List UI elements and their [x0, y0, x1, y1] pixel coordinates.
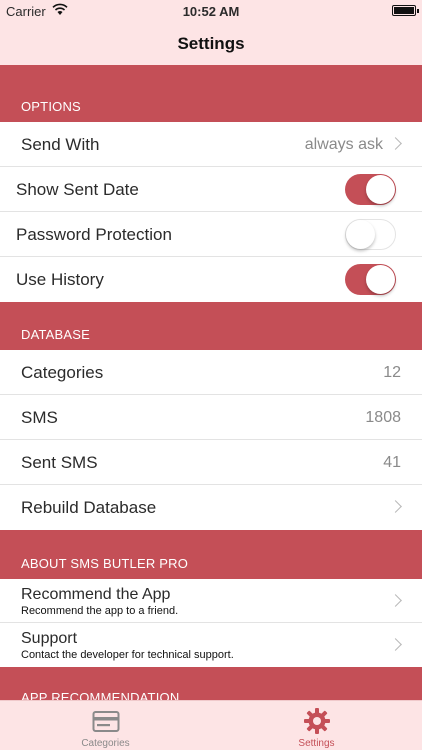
section-title: APP RECOMMENDATION	[21, 690, 180, 700]
sms-count-row: SMS 1808	[0, 395, 422, 440]
toggle-knob	[366, 265, 395, 294]
gear-icon	[303, 707, 331, 735]
support-title: Support	[21, 630, 78, 647]
section-title: DATABASE	[21, 327, 91, 342]
tab-categories-label: Categories	[81, 738, 130, 749]
section-header-options: OPTIONS	[0, 65, 422, 122]
section-header-about: ABOUT SMS BUTLER PRO	[0, 530, 422, 579]
send-with-value: always ask	[304, 136, 383, 153]
toggle-knob	[346, 220, 375, 249]
use-history-row: Use History	[0, 257, 422, 302]
use-history-toggle[interactable]	[345, 264, 396, 295]
password-protection-row: Password Protection	[0, 212, 422, 257]
section-header-database: DATABASE	[0, 302, 422, 350]
use-history-label: Use History	[16, 270, 104, 289]
sent-sms-count-row: Sent SMS 41	[0, 440, 422, 485]
chevron-right-icon	[389, 594, 402, 607]
chevron-right-icon	[389, 500, 402, 513]
sent-sms-count-label: Sent SMS	[21, 453, 98, 472]
tab-settings-label: Settings	[298, 738, 335, 749]
show-sent-date-row: Show Sent Date	[0, 167, 422, 212]
rebuild-database-row[interactable]: Rebuild Database	[0, 485, 422, 530]
support-subtitle: Contact the developer for technical supp…	[21, 649, 234, 661]
tab-settings[interactable]: Settings	[211, 701, 422, 750]
page-title: Settings	[177, 34, 245, 53]
navigation-bar: Settings	[0, 22, 422, 65]
section-title: OPTIONS	[21, 99, 81, 114]
support-row[interactable]: Support Contact the developer for techni…	[0, 623, 422, 667]
tab-categories[interactable]: Categories	[0, 701, 211, 750]
chevron-right-icon	[389, 638, 402, 651]
rebuild-database-label: Rebuild Database	[21, 498, 157, 517]
categories-count-label: Categories	[21, 363, 104, 382]
sms-count-value: 1808	[365, 409, 401, 426]
send-with-label: Send With	[21, 135, 100, 154]
status-time: 10:52 AM	[182, 4, 240, 19]
toggle-knob	[366, 175, 395, 204]
section-title: ABOUT SMS BUTLER PRO	[21, 556, 189, 571]
recommend-app-title: Recommend the App	[21, 586, 171, 603]
settings-list[interactable]: OPTIONS Send With always ask Show Sent D…	[0, 65, 422, 700]
categories-count-row: Categories 12	[0, 350, 422, 395]
show-sent-date-label: Show Sent Date	[16, 180, 139, 199]
password-protection-label: Password Protection	[16, 225, 172, 244]
send-with-row[interactable]: Send With always ask	[0, 122, 422, 167]
battery-icon	[392, 5, 419, 16]
chevron-right-icon	[389, 137, 402, 150]
recommend-app-row[interactable]: Recommend the App Recommend the app to a…	[0, 579, 422, 623]
categories-count-value: 12	[383, 364, 401, 381]
password-protection-toggle[interactable]	[345, 219, 396, 250]
show-sent-date-toggle[interactable]	[345, 174, 396, 205]
sms-count-label: SMS	[21, 408, 58, 427]
section-header-app-recommendation: APP RECOMMENDATION	[0, 667, 422, 700]
recommend-app-subtitle: Recommend the app to a friend.	[21, 605, 179, 617]
tab-bar: Categories Settings	[0, 700, 422, 750]
status-bar: Carrier 10:52 AM	[0, 0, 422, 22]
sent-sms-count-value: 41	[383, 454, 401, 471]
card-icon	[92, 707, 120, 735]
